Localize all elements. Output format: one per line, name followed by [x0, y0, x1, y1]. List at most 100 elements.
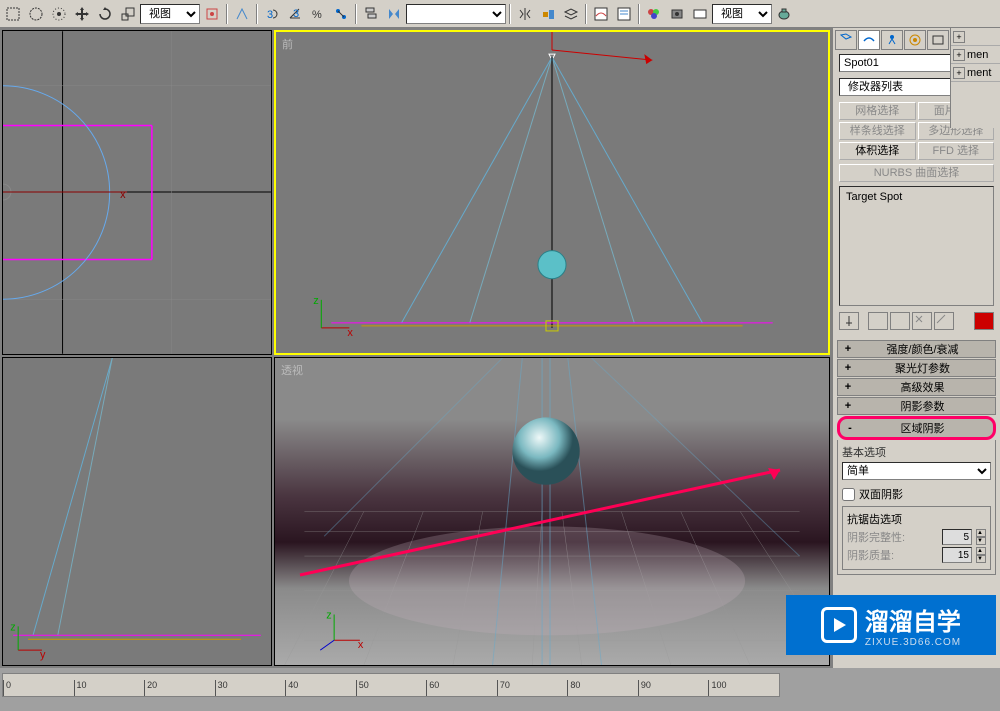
- extra-toggle-icon[interactable]: +: [953, 49, 965, 61]
- two-sided-checkbox[interactable]: [842, 488, 855, 501]
- ruler-tick: 20: [144, 680, 215, 696]
- create-tab-icon[interactable]: [835, 30, 857, 50]
- rollout-spotlight[interactable]: + 聚光灯参数: [837, 359, 996, 377]
- schematic-icon[interactable]: [613, 3, 635, 25]
- mesh-select-button[interactable]: 网格选择: [839, 102, 916, 120]
- viewport-top[interactable]: x: [2, 30, 272, 355]
- antialias-group: 抗锯齿选项 阴影完整性: ▲▼ 阴影质量: ▲▼: [842, 506, 991, 570]
- named-selection-dropdown[interactable]: [406, 4, 506, 24]
- basic-options-label: 基本选项: [842, 444, 991, 460]
- viewport-perspective-label: 透视: [281, 362, 303, 378]
- ruler-tick: 90: [638, 680, 709, 696]
- watermark-badge: 溜溜自学 ZIXUE.3D66.COM: [786, 595, 996, 655]
- svg-text:3: 3: [267, 9, 273, 21]
- quick-render-icon[interactable]: [773, 3, 795, 25]
- rollout-area: + 强度/颜色/衰减 + 聚光灯参数 + 高级效果 + 阴影参数: [837, 340, 996, 576]
- ruler-tick: 40: [285, 680, 356, 696]
- spin-down-icon[interactable]: ▼: [976, 537, 986, 545]
- svg-text:x: x: [358, 639, 364, 651]
- remove-modifier-icon[interactable]: [912, 312, 932, 330]
- configure-icon[interactable]: [934, 312, 954, 330]
- rollout-toggle-icon: +: [842, 362, 854, 374]
- viewport-grid: x 前: [0, 28, 832, 668]
- display-tab-icon[interactable]: [927, 30, 949, 50]
- viewport-perspective[interactable]: 透视: [274, 357, 830, 666]
- percent-snap-icon[interactable]: %: [307, 3, 329, 25]
- select-circle-icon[interactable]: [25, 3, 47, 25]
- extra-toggle-icon[interactable]: +: [953, 31, 965, 43]
- move-icon[interactable]: [71, 3, 93, 25]
- viewport-left[interactable]: y z: [2, 357, 272, 666]
- viewport-front-label: 前: [282, 36, 293, 52]
- align-icon[interactable]: [537, 3, 559, 25]
- layers-icon[interactable]: [560, 3, 582, 25]
- main-toolbar: 视图 3 3 % 视图: [0, 0, 1000, 28]
- spin-down-icon[interactable]: ▼: [976, 555, 986, 563]
- modify-tab-icon[interactable]: [858, 30, 880, 50]
- motion-tab-icon[interactable]: [904, 30, 926, 50]
- select-fence-icon[interactable]: [48, 3, 70, 25]
- antialias-title: 抗锯齿选项: [847, 511, 986, 527]
- ffd-select-button[interactable]: FFD 选择: [918, 142, 995, 160]
- select-manipulate-icon[interactable]: [231, 3, 253, 25]
- svg-text:x: x: [120, 189, 126, 201]
- pivot-icon[interactable]: [201, 3, 223, 25]
- svg-text:y: y: [40, 649, 46, 661]
- ruler-tick: 80: [567, 680, 638, 696]
- material-icon[interactable]: [643, 3, 665, 25]
- shadow-mode-dropdown[interactable]: 简单: [842, 462, 991, 480]
- named-sel-icon[interactable]: [360, 3, 382, 25]
- render-setup-icon[interactable]: [666, 3, 688, 25]
- spin-up-icon[interactable]: ▲: [976, 529, 986, 537]
- scale-icon[interactable]: [117, 3, 139, 25]
- spinner-snap-icon[interactable]: [330, 3, 352, 25]
- select-rect-icon[interactable]: [2, 3, 24, 25]
- viewport-front[interactable]: 前: [274, 30, 830, 355]
- curve-editor-icon[interactable]: [590, 3, 612, 25]
- play-icon: [821, 607, 857, 643]
- vol-select-button[interactable]: 体积选择: [839, 142, 916, 160]
- rotate-icon[interactable]: [94, 3, 116, 25]
- ruler-tick: 50: [356, 680, 427, 696]
- rollout-toggle-icon: +: [842, 381, 854, 393]
- extra-right-panel: + +men +ment: [950, 28, 1000, 128]
- angle-snap-icon[interactable]: 3: [284, 3, 306, 25]
- snap-toggle-icon[interactable]: 3: [261, 3, 283, 25]
- rollout-advanced[interactable]: + 高级效果: [837, 378, 996, 396]
- render-frame-icon[interactable]: [689, 3, 711, 25]
- integrity-spinner[interactable]: [942, 529, 972, 545]
- main-area: x 前: [0, 28, 1000, 668]
- time-ruler[interactable]: 0102030405060708090100: [2, 669, 780, 697]
- svg-text:3: 3: [293, 8, 299, 20]
- spline-select-button[interactable]: 样条线选择: [839, 122, 916, 140]
- pin-stack-icon[interactable]: [839, 312, 859, 330]
- ruler-tick: 10: [74, 680, 145, 696]
- coord-system-dropdown[interactable]: 视图: [140, 4, 200, 24]
- rollout-area-shadow-body: 基本选项 简单 双面阴影 抗锯齿选项 阴影完整性: ▲▼: [837, 440, 996, 575]
- stack-config-icon[interactable]: [974, 312, 994, 330]
- mirror2-icon[interactable]: [514, 3, 536, 25]
- rollout-toggle-icon: +: [842, 400, 854, 412]
- rollout-area-shadow[interactable]: - 区域阴影: [837, 416, 996, 440]
- svg-text:%: %: [312, 9, 322, 21]
- quality-spinner[interactable]: [942, 547, 972, 563]
- hierarchy-tab-icon[interactable]: [881, 30, 903, 50]
- rollout-shadow-params[interactable]: + 阴影参数: [837, 397, 996, 415]
- rollout-toggle-icon: -: [844, 422, 856, 434]
- render-view-dropdown[interactable]: 视图: [712, 4, 772, 24]
- show-result-icon[interactable]: [868, 312, 888, 330]
- svg-text:x: x: [347, 327, 353, 339]
- ruler-tick: 0: [3, 680, 74, 696]
- watermark-title: 溜溜自学: [865, 602, 961, 637]
- integrity-label: 阴影完整性:: [847, 529, 938, 545]
- ruler-tick: 30: [215, 680, 286, 696]
- nurbs-select-button[interactable]: NURBS 曲面选择: [839, 164, 994, 182]
- make-unique-icon[interactable]: [890, 312, 910, 330]
- svg-text:z: z: [10, 621, 15, 633]
- rollout-intensity[interactable]: + 强度/颜色/衰减: [837, 340, 996, 358]
- extra-toggle-icon[interactable]: +: [953, 67, 965, 79]
- mirror-icon[interactable]: [383, 3, 405, 25]
- modifier-stack[interactable]: Target Spot: [839, 186, 994, 306]
- spin-up-icon[interactable]: ▲: [976, 547, 986, 555]
- stack-item[interactable]: Target Spot: [842, 189, 991, 205]
